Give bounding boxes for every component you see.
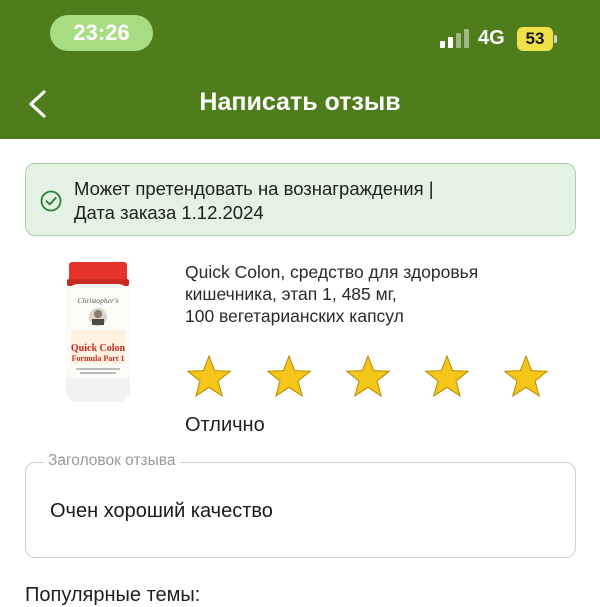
product-name: Quick Colon, средство для здоровья кишеч… xyxy=(185,261,585,327)
check-circle-icon xyxy=(40,190,62,212)
bottle-name: Quick Colon xyxy=(71,343,126,354)
battery-level: 53 xyxy=(517,27,553,51)
eligibility-banner: Может претендовать на вознаграждения | Д… xyxy=(25,163,576,236)
star-icon-5[interactable] xyxy=(502,353,550,401)
star-rating xyxy=(185,353,555,401)
product-name-line: кишечника, этап 1, 485 мг, xyxy=(185,284,397,304)
product-image: Christopher's Quick Colon Formula Part 1 xyxy=(66,262,130,402)
popular-topics-heading: Популярные темы: xyxy=(25,584,201,606)
star-icon-3[interactable] xyxy=(344,353,392,401)
star-icon-2[interactable] xyxy=(265,353,313,401)
page-title: Написать отзыв xyxy=(199,88,401,116)
battery-tip xyxy=(554,35,557,43)
signal-strength-icon xyxy=(440,29,470,48)
status-time: 23:26 xyxy=(50,15,153,51)
battery-icon: 53 xyxy=(517,27,557,51)
star-icon-1[interactable] xyxy=(185,353,233,401)
app-header: 23:26 4G 53 Написать отзыв xyxy=(0,0,600,139)
eligibility-line: Может претендовать на вознаграждения | xyxy=(74,178,434,199)
product-name-line: 100 вегетарианских капсул xyxy=(185,306,404,326)
network-type: 4G xyxy=(478,27,505,49)
review-title-field[interactable]: Заголовок отзыва Очен хороший качество xyxy=(25,452,576,558)
star-icon-4[interactable] xyxy=(423,353,471,401)
order-date-line: Дата заказа 1.12.2024 xyxy=(74,202,264,223)
product-name-line: Quick Colon, средство для здоровья xyxy=(185,262,479,282)
bottle-brand: Christopher's xyxy=(78,296,119,305)
eligibility-text: Может претендовать на вознаграждения | Д… xyxy=(74,177,564,225)
review-title-label: Заголовок отзыва xyxy=(44,452,180,470)
rating-label: Отлично xyxy=(185,414,265,436)
review-title-value[interactable]: Очен хороший качество xyxy=(50,500,273,523)
bottle-subname: Formula Part 1 xyxy=(72,354,125,363)
